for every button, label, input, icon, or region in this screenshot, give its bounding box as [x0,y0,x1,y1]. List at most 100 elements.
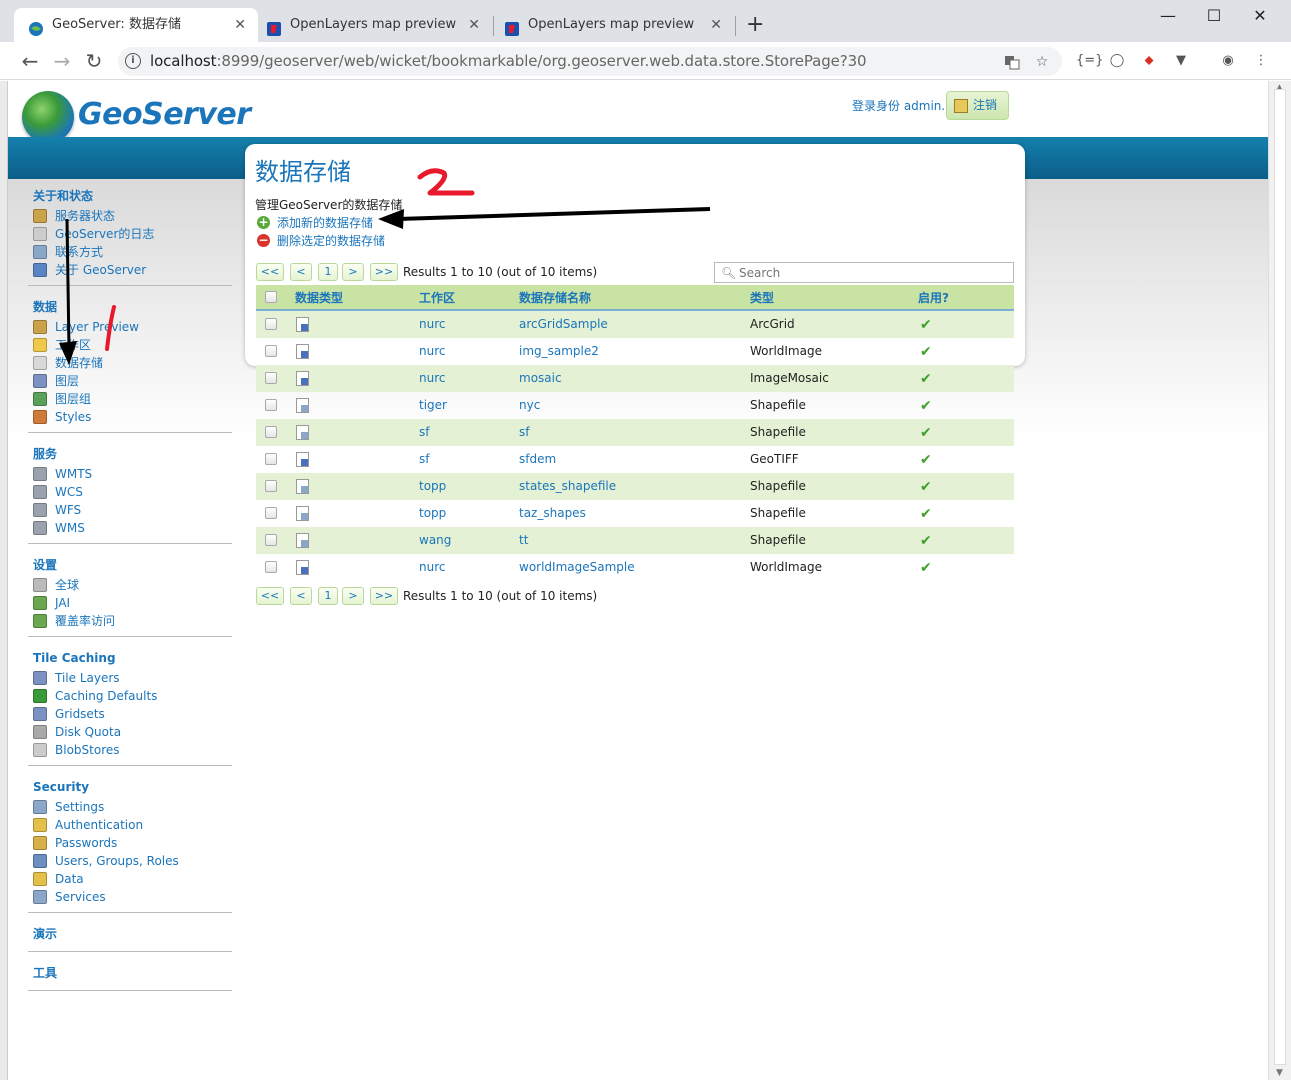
pager-page-1-button[interactable]: 1 [318,587,338,605]
sidebar-item[interactable]: Tile Layers [28,669,232,687]
row-workspace-link[interactable]: nurc [419,311,445,338]
search-input[interactable] [739,264,1009,281]
row-select-checkbox[interactable] [265,399,277,411]
reload-button[interactable]: ↻ [81,48,107,74]
bookmark-star-icon[interactable]: ☆ [1034,54,1050,70]
tab-geoserver-data-stores[interactable]: GeoServer: 数据存储 ✕ [14,8,258,42]
scroll-down-arrow-icon[interactable]: ▼ [1276,1068,1283,1078]
sidebar-item[interactable]: Services [28,888,232,906]
back-button[interactable]: ← [17,48,43,74]
close-tab-icon[interactable]: ✕ [468,8,480,42]
extension-circle-icon[interactable]: ◯ [1108,52,1126,70]
sidebar-item[interactable]: Users, Groups, Roles [28,852,232,870]
sidebar-item[interactable]: WMTS [28,465,232,483]
pager-last-button[interactable]: >> [370,263,398,281]
row-workspace-link[interactable]: topp [419,500,446,527]
row-store-name-link[interactable]: sf [519,419,529,446]
pager-next-button[interactable]: > [342,587,364,605]
row-workspace-link[interactable]: sf [419,446,429,473]
row-store-name-link[interactable]: sfdem [519,446,556,473]
translate-icon[interactable] [1004,54,1020,70]
add-new-store-link[interactable]: + 添加新的数据存储 [257,214,373,232]
row-workspace-link[interactable]: sf [419,419,429,446]
sidebar-item[interactable]: 全球 [28,576,232,594]
close-window-button[interactable]: ✕ [1237,4,1283,28]
row-select-checkbox[interactable] [265,480,277,492]
maximize-button[interactable]: ☐ [1191,4,1237,28]
row-workspace-link[interactable]: wang [419,527,451,554]
row-select-checkbox[interactable] [265,507,277,519]
row-select-checkbox[interactable] [265,561,277,573]
sidebar-item[interactable]: Settings [28,798,232,816]
row-store-name-link[interactable]: tt [519,527,528,554]
profile-avatar-icon[interactable]: ◉ [1219,52,1237,70]
pager-next-button[interactable]: > [342,263,364,281]
remove-selected-stores-link[interactable]: − 删除选定的数据存储 [257,232,385,250]
row-select-checkbox[interactable] [265,345,277,357]
sidebar-item[interactable]: Authentication [28,816,232,834]
logout-button[interactable]: 注销 [946,91,1009,120]
sidebar-item[interactable]: Disk Quota [28,723,232,741]
geoserver-logo-text[interactable]: GeoServer [78,97,251,132]
pager-prev-button[interactable]: < [290,587,312,605]
close-tab-icon[interactable]: ✕ [234,8,246,42]
select-all-checkbox[interactable] [265,291,277,303]
url-text[interactable]: localhost:8999/geoserver/web/wicket/book… [150,47,867,76]
row-store-name-link[interactable]: states_shapefile [519,473,616,500]
sidebar-item[interactable]: Gridsets [28,705,232,723]
row-select-checkbox[interactable] [265,372,277,384]
column-header-enabled[interactable]: 启用? [918,285,949,309]
row-store-name-link[interactable]: arcGridSample [519,311,608,338]
site-info-icon[interactable]: i [125,53,141,69]
row-select-checkbox[interactable] [265,534,277,546]
sidebar-item[interactable]: 覆盖率访问 [28,612,232,630]
pager-page-1-button[interactable]: 1 [318,263,338,281]
tab-openlayers-preview-1[interactable]: OpenLayers map preview ✕ [252,8,492,42]
extension-json-icon[interactable]: {=} [1076,52,1103,70]
pager-prev-button[interactable]: < [290,263,312,281]
row-workspace-link[interactable]: nurc [419,338,445,365]
new-tab-button[interactable]: + [746,12,764,38]
pager-first-button[interactable]: << [256,263,284,281]
extension-vue-icon[interactable]: ▼ [1172,52,1190,70]
column-header-type[interactable]: 类型 [750,285,774,309]
browser-menu-icon[interactable]: ⋮ [1252,52,1270,70]
sidebar-item[interactable]: Caching Defaults [28,687,232,705]
row-workspace-link[interactable]: nurc [419,554,445,581]
row-store-name-link[interactable]: mosaic [519,365,562,392]
extension-pin-icon[interactable]: ⬥ [1140,52,1158,70]
pager-last-button[interactable]: >> [370,587,398,605]
row-select-checkbox[interactable] [265,426,277,438]
search-box[interactable]: 🔍︎ [714,262,1014,283]
address-bar[interactable]: i localhost:8999/geoserver/web/wicket/bo… [118,47,1062,76]
row-workspace-link[interactable]: tiger [419,392,447,419]
row-select-checkbox[interactable] [265,318,277,330]
tab-openlayers-preview-2[interactable]: OpenLayers map preview ✕ [490,8,734,42]
forward-button[interactable]: → [49,48,75,74]
row-store-name-link[interactable]: worldImageSample [519,554,635,581]
minimize-button[interactable]: — [1145,4,1191,28]
row-store-name-link[interactable]: taz_shapes [519,500,586,527]
sidebar-item[interactable]: BlobStores [28,741,232,759]
sidebar-item[interactable]: WCS [28,483,232,501]
column-header-store-name[interactable]: 数据存储名称 [519,285,591,309]
row-store-name-link[interactable]: img_sample2 [519,338,599,365]
row-store-name-link[interactable]: nyc [519,392,540,419]
geoserver-logo-icon[interactable] [22,91,74,143]
close-tab-icon[interactable]: ✕ [710,8,722,42]
sidebar-item[interactable]: Styles [28,408,232,426]
sidebar-item[interactable]: Passwords [28,834,232,852]
sidebar-item[interactable]: 图层组 [28,390,232,408]
sidebar-item[interactable]: 图层 [28,372,232,390]
column-header-data-type[interactable]: 数据类型 [295,285,343,309]
sidebar-item[interactable]: WMS [28,519,232,537]
page-scrollbar[interactable]: ▲ ▼ [1268,81,1291,1080]
row-select-checkbox[interactable] [265,453,277,465]
sidebar-item[interactable]: JAI [28,594,232,612]
column-header-workspace[interactable]: 工作区 [419,285,455,309]
row-workspace-link[interactable]: nurc [419,365,445,392]
pager-first-button[interactable]: << [256,587,284,605]
sidebar-item[interactable]: WFS [28,501,232,519]
row-workspace-link[interactable]: topp [419,473,446,500]
sidebar-item[interactable]: Data [28,870,232,888]
